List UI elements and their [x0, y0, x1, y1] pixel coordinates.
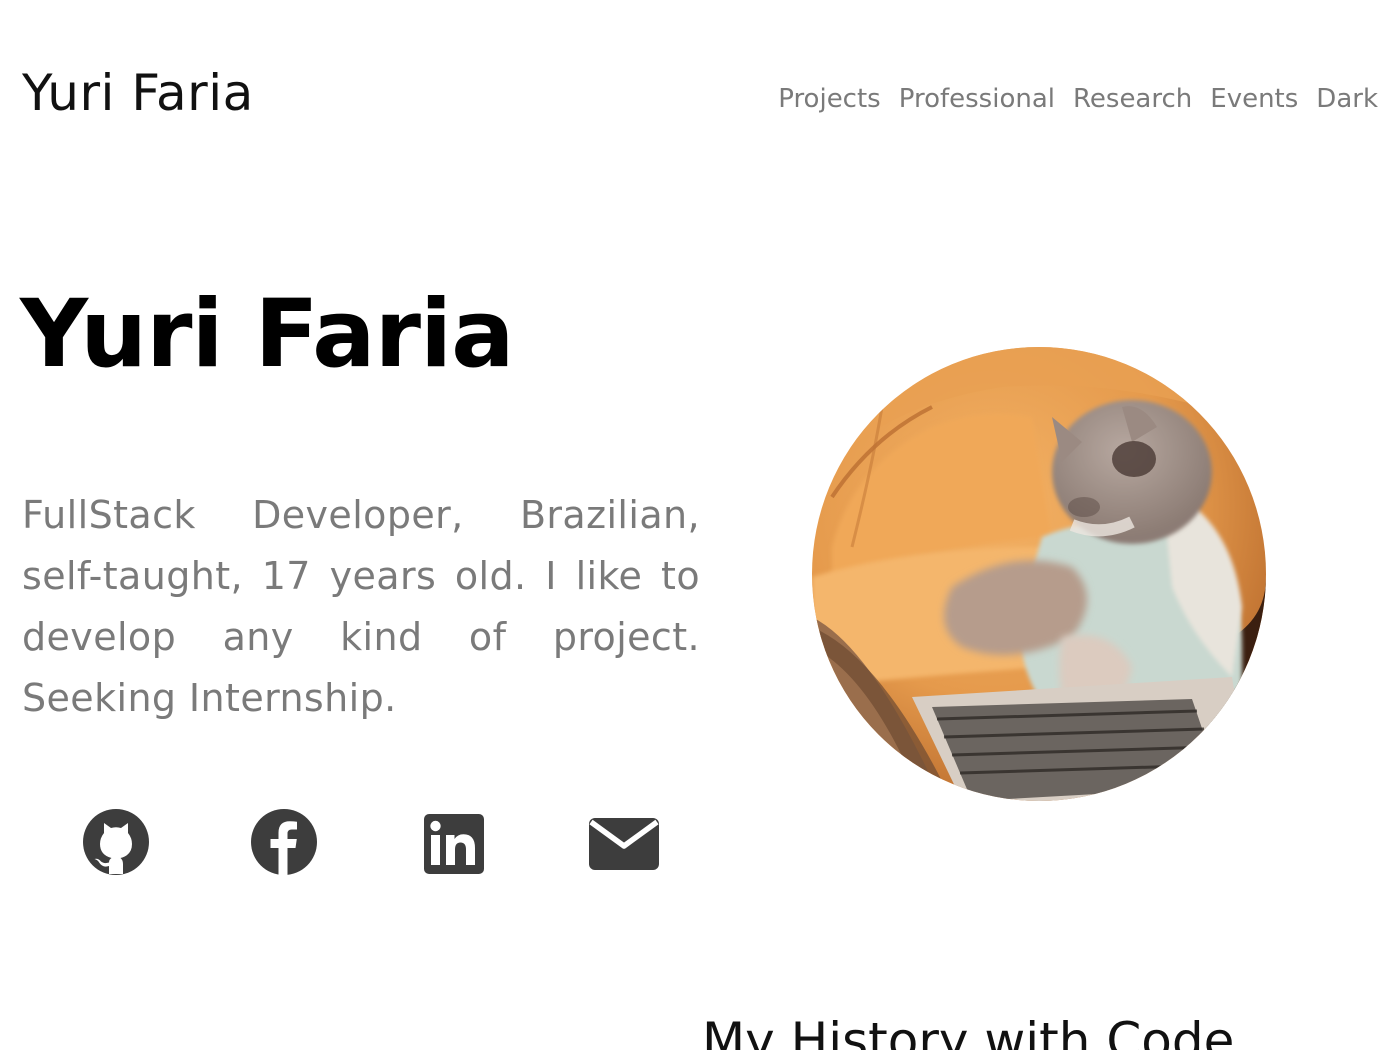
nav-item-professional[interactable]: Professional	[899, 86, 1055, 112]
nav-item-projects[interactable]: Projects	[778, 86, 881, 112]
mail-icon	[589, 818, 659, 870]
mail-link[interactable]	[588, 817, 660, 871]
cat-typing-on-laptop	[812, 347, 1266, 801]
avatar	[812, 347, 1266, 801]
facebook-link[interactable]	[250, 808, 318, 876]
linkedin-link[interactable]	[423, 813, 485, 875]
section-title: My History with Code	[702, 1012, 1235, 1050]
hero-title: Yuri Faria	[20, 280, 515, 389]
main-nav: Projects Professional Research Events Da…	[778, 86, 1378, 112]
hero-bio: FullStack Developer, Brazilian, self-tau…	[22, 493, 700, 720]
github-icon	[83, 809, 149, 875]
site-brand-link[interactable]: Yuri Faria	[22, 68, 254, 118]
dark-mode-toggle[interactable]: Dark	[1316, 86, 1378, 112]
linkedin-icon	[424, 814, 484, 874]
nav-item-research[interactable]: Research	[1073, 86, 1192, 112]
nav-item-events[interactable]: Events	[1210, 86, 1298, 112]
github-link[interactable]	[82, 808, 150, 876]
social-links	[80, 808, 660, 880]
facebook-icon	[251, 809, 317, 875]
page: Yuri Faria Projects Professional Researc…	[0, 0, 1400, 1050]
